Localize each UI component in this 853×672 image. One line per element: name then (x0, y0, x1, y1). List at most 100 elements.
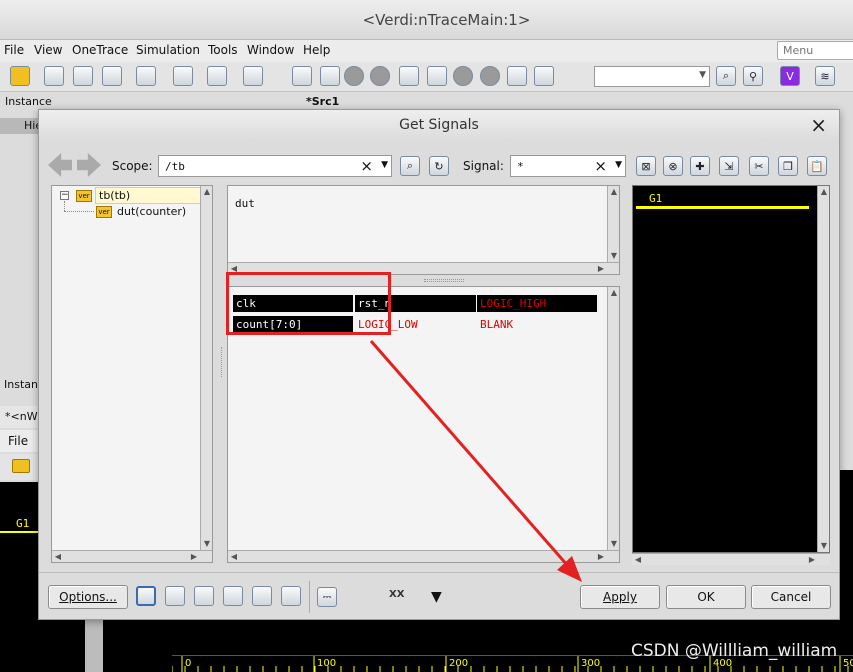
schematic-icon[interactable] (136, 66, 156, 86)
load-icon[interactable] (427, 66, 447, 86)
logic-icon[interactable] (73, 66, 93, 86)
driver-icon[interactable] (399, 66, 419, 86)
clear-signal-icon[interactable]: × (594, 157, 607, 175)
group-panel: G1 ▲ ▼ (632, 185, 830, 553)
filter-in-icon[interactable] (165, 586, 185, 606)
forward-icon[interactable] (370, 66, 390, 86)
scope-input[interactable]: /tb × ▼ (158, 155, 392, 177)
group-hscroll[interactable]: ◀ ▶ (632, 553, 830, 565)
search-icon[interactable]: ⌕ (716, 66, 736, 86)
find-icon[interactable]: ⚲ (743, 66, 763, 86)
forward-arrow-icon[interactable] (77, 153, 101, 177)
signal-filter-input[interactable]: * × ▼ (510, 155, 626, 177)
instance-vscroll[interactable]: ▲ ▼ (607, 186, 619, 262)
ok-button[interactable]: OK (666, 585, 746, 609)
menu-search-input[interactable] (777, 41, 853, 60)
tree-item-dut[interactable]: dut(counter) (115, 204, 210, 221)
folder-icon[interactable] (12, 459, 30, 473)
waveform-icon[interactable] (44, 66, 64, 86)
copy-icon[interactable]: ❐ (778, 156, 798, 176)
instance-item-dut[interactable]: dut (235, 197, 255, 210)
tree-hscroll[interactable]: ◀ ▶ (52, 550, 212, 562)
cancel-button[interactable]: Cancel (751, 585, 831, 609)
menu-item-window[interactable]: Window (247, 43, 294, 57)
paste-icon[interactable]: 📋 (807, 156, 827, 176)
dialog-close-button[interactable]: × (810, 113, 827, 137)
apply-button-label: Apply (603, 590, 637, 604)
hierarchy-icon[interactable] (102, 66, 122, 86)
main-toolbar: ▼ ⌕ ⚲ V ≋ (0, 62, 853, 92)
trace-icon[interactable] (507, 66, 527, 86)
tree-item-label: dut(counter) (117, 205, 187, 218)
tree-item-tb[interactable]: tb(tb) (95, 187, 202, 204)
menu-item-file[interactable]: File (4, 43, 24, 57)
doc-icon[interactable] (243, 66, 263, 86)
select-all-icon[interactable]: ⊠ (636, 156, 656, 176)
signal-hscroll[interactable]: ◀ ▶ (228, 550, 619, 562)
back-icon[interactable] (344, 66, 364, 86)
filter-int-icon[interactable] (252, 586, 272, 606)
refresh-scope-icon[interactable]: ↻ (429, 156, 449, 176)
tree-collapse-icon[interactable]: − (60, 191, 69, 200)
ruler-tick-label: 50 (843, 658, 853, 669)
instance-panel-header: Instance (0, 92, 300, 110)
insert-signal-icon[interactable]: ⇲ (719, 156, 739, 176)
group-line (636, 206, 809, 209)
step-back-icon[interactable] (292, 66, 312, 86)
wave-background: G1 (0, 482, 40, 620)
down-icon[interactable] (480, 66, 500, 86)
options-button[interactable]: Options... (48, 585, 128, 609)
cut-icon[interactable]: ✂ (749, 156, 769, 176)
add-group-icon[interactable]: ✚ (690, 156, 710, 176)
xor-icon[interactable]: XX (389, 589, 404, 600)
edit-icon[interactable] (207, 66, 227, 86)
chevron-down-icon[interactable]: ▼ (615, 160, 622, 170)
deselect-all-icon[interactable]: ⊗ (663, 156, 683, 176)
menu-item-view[interactable]: View (34, 43, 62, 57)
nwave-tab[interactable]: *<nW (0, 406, 40, 428)
chevron-down-icon[interactable]: ▼ (381, 160, 388, 170)
step-icon[interactable] (320, 66, 340, 86)
group-vscroll[interactable]: ▲ ▼ (817, 186, 829, 552)
tree-vscroll[interactable]: ▲ ▼ (200, 186, 212, 550)
sim-icon[interactable]: ≋ (815, 66, 835, 86)
menu-item-simulation[interactable]: Simulation (136, 43, 200, 57)
title-bar: <Verdi:nTraceMain:1> (0, 0, 853, 40)
signal-vscroll[interactable]: ▲ ▼ (607, 287, 619, 550)
filter-prm-icon[interactable] (281, 586, 301, 606)
clear-scope-icon[interactable]: × (360, 157, 373, 175)
menu-item-onetrace[interactable]: OneTrace (72, 43, 128, 57)
back-arrow-icon[interactable] (48, 153, 72, 177)
src-tab[interactable]: *Src1 (300, 92, 853, 110)
nwave-tab-label: *<nW (5, 410, 38, 423)
filter-out-icon[interactable] (194, 586, 214, 606)
signal-cell[interactable]: BLANK (477, 316, 597, 333)
instance-list-panel: dut ▲ ▼ ◀ ▶ (227, 185, 620, 275)
filter-all-icon[interactable] (136, 586, 156, 606)
instance-label-2: Instan (4, 378, 38, 391)
browse-scope-icon[interactable]: ⌕ (400, 156, 420, 176)
folder-icon[interactable] (10, 66, 30, 86)
get-signals-dialog: Get Signals × Scope: /tb × ▼ ⌕ ↻ Signal:… (38, 109, 840, 620)
toolbar-combo[interactable]: ▼ (594, 66, 710, 87)
menu-item-tools[interactable]: Tools (208, 43, 238, 57)
open-icon[interactable] (173, 66, 193, 86)
merge-icon[interactable] (534, 66, 554, 86)
vc-icon[interactable]: V (780, 66, 800, 86)
up-icon[interactable] (453, 66, 473, 86)
chevron-down-icon[interactable]: ▼ (431, 589, 442, 605)
apply-button[interactable]: Apply (580, 585, 660, 609)
nwave-file-menu[interactable]: File (8, 434, 28, 448)
ruler-tick-label: 100 (317, 658, 336, 669)
signal-bus-icon[interactable]: ⎓ (317, 587, 337, 607)
group-label[interactable]: G1 (649, 192, 662, 205)
instance-panel-header-2: Instan (0, 376, 40, 394)
scope-label: Scope: (112, 159, 153, 173)
signal-resize-grip[interactable] (221, 347, 224, 377)
right-bg-strip (840, 470, 853, 640)
dialog-bottom-bar: Options... ⎓ XX ▼ Apply OK Cancel (39, 572, 839, 619)
menu-item-help[interactable]: Help (303, 43, 330, 57)
pane-splitter[interactable] (424, 279, 464, 282)
signal-cell[interactable]: LOGIC_HIGH (477, 295, 597, 312)
filter-io-icon[interactable] (223, 586, 243, 606)
